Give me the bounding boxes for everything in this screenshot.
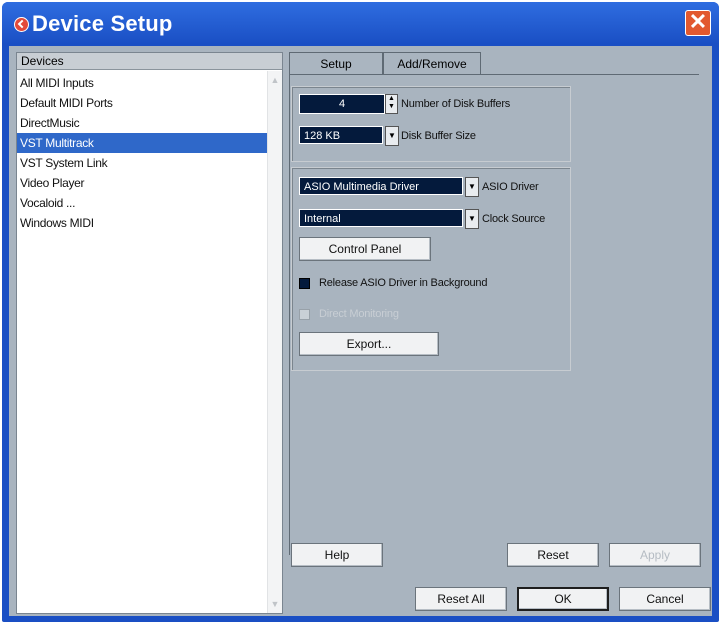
reset-all-button[interactable]: Reset All bbox=[415, 587, 507, 611]
chevron-down-icon[interactable]: ▼ bbox=[465, 209, 479, 229]
window-title: Device Setup bbox=[32, 11, 173, 36]
device-item-vocaloid[interactable]: Vocaloid ... bbox=[17, 193, 267, 213]
disk-buffer-size-select[interactable]: 128 KB bbox=[299, 126, 383, 144]
title-bar[interactable]: Device Setup ✕ bbox=[2, 2, 719, 44]
close-icon[interactable]: ✕ bbox=[685, 10, 711, 36]
devices-panel: Devices All MIDI Inputs Default MIDI Por… bbox=[16, 52, 283, 614]
dialog-client: Devices All MIDI Inputs Default MIDI Por… bbox=[9, 46, 712, 616]
direct-monitoring-checkbox[interactable] bbox=[299, 309, 310, 320]
scroll-down-icon[interactable]: ▼ bbox=[270, 599, 280, 609]
tab-add-remove[interactable]: Add/Remove bbox=[383, 52, 481, 75]
control-panel-button[interactable]: Control Panel bbox=[299, 237, 431, 261]
devices-list: All MIDI Inputs Default MIDI Ports Direc… bbox=[17, 73, 267, 233]
chevron-down-icon[interactable]: ▼ bbox=[385, 126, 399, 146]
tab-setup[interactable]: Setup bbox=[289, 52, 383, 75]
disk-buffer-size-label: Disk Buffer Size bbox=[401, 130, 476, 142]
release-asio-checkbox[interactable] bbox=[299, 278, 310, 289]
app-logo-icon bbox=[14, 17, 29, 32]
disk-buffers-label: Number of Disk Buffers bbox=[401, 98, 511, 110]
device-item-vst-system-link[interactable]: VST System Link bbox=[17, 153, 267, 173]
disk-buffers-input[interactable]: 4 bbox=[299, 94, 385, 114]
asio-driver-label: ASIO Driver bbox=[482, 181, 539, 193]
clock-source-label: Clock Source bbox=[482, 213, 546, 225]
device-item-windows-midi[interactable]: Windows MIDI bbox=[17, 213, 267, 233]
device-item-all-midi-inputs[interactable]: All MIDI Inputs bbox=[17, 73, 267, 93]
reset-button[interactable]: Reset bbox=[507, 543, 599, 567]
devices-header: Devices bbox=[17, 53, 282, 70]
devices-scrollbar[interactable]: ▲ ▼ bbox=[267, 71, 282, 613]
release-asio-label: Release ASIO Driver in Background bbox=[319, 277, 488, 289]
help-button[interactable]: Help bbox=[291, 543, 383, 567]
cancel-button[interactable]: Cancel bbox=[619, 587, 711, 611]
spin-arrows-icon[interactable]: ▲ ▼ bbox=[385, 94, 398, 114]
device-item-directmusic[interactable]: DirectMusic bbox=[17, 113, 267, 133]
apply-button[interactable]: Apply bbox=[609, 543, 701, 567]
device-item-vst-multitrack[interactable]: VST Multitrack bbox=[17, 133, 267, 153]
export-button[interactable]: Export... bbox=[299, 332, 439, 356]
device-item-default-midi-ports[interactable]: Default MIDI Ports bbox=[17, 93, 267, 113]
ok-button[interactable]: OK bbox=[517, 587, 609, 611]
device-item-video-player[interactable]: Video Player bbox=[17, 173, 267, 193]
direct-monitoring-label: Direct Monitoring bbox=[319, 308, 399, 320]
device-setup-window: Device Setup ✕ Devices All MIDI Inputs D… bbox=[2, 2, 719, 622]
chevron-down-icon[interactable]: ▼ bbox=[465, 177, 479, 197]
scroll-up-icon[interactable]: ▲ bbox=[270, 75, 280, 85]
clock-source-select[interactable]: Internal bbox=[299, 209, 463, 227]
asio-driver-select[interactable]: ASIO Multimedia Driver bbox=[299, 177, 463, 195]
